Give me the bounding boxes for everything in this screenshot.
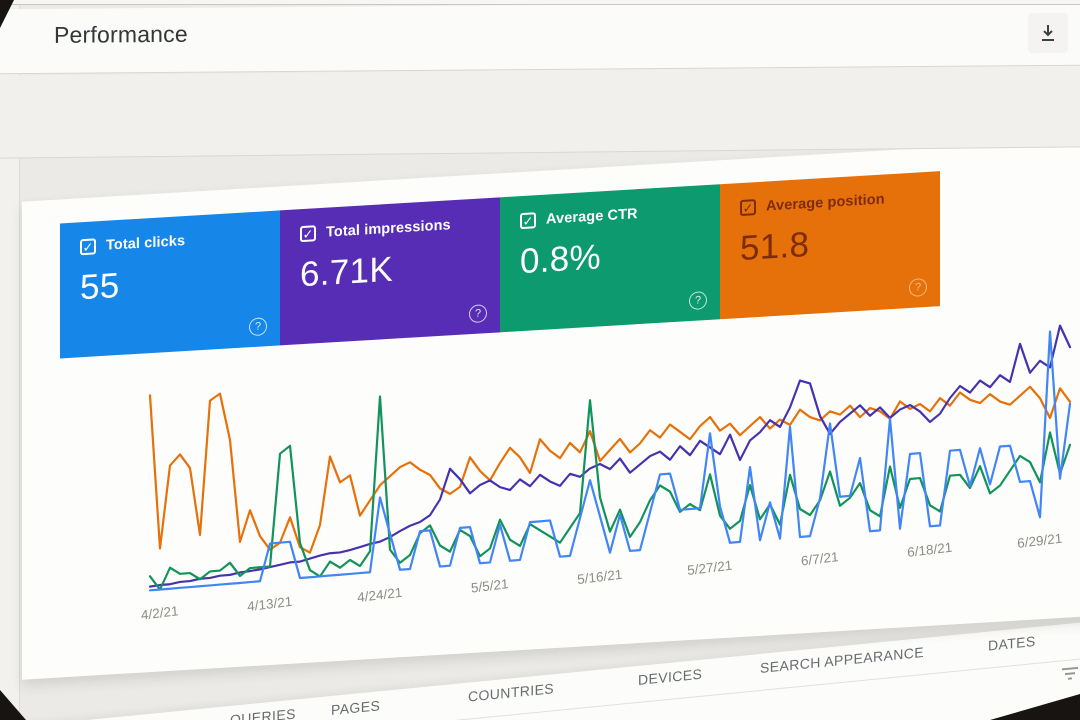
metric-card-value: 6.71K <box>300 249 393 295</box>
x-axis-tick-label: 4/13/21 <box>247 594 293 614</box>
metric-card-value: 51.8 <box>740 224 810 269</box>
filter-bar <box>0 64 1080 159</box>
help-icon[interactable]: ? <box>689 291 707 311</box>
metric-card-value: 0.8% <box>520 237 601 282</box>
performance-chart: 4/2/21 4/13/21 4/24/21 5/5/21 5/16/21 5/27/21… <box>141 324 1072 623</box>
performance-panel: ✓ Total clicks 55 ? ✓ Total impressions … <box>22 138 1080 680</box>
help-icon[interactable]: ? <box>469 304 487 324</box>
tab-pages[interactable]: PAGES <box>331 697 380 718</box>
x-axis-tick-label: 6/29/21 <box>1017 531 1063 551</box>
download-icon <box>1042 25 1054 42</box>
x-axis-tick-label: 4/24/21 <box>357 585 403 605</box>
tab-search-appearance[interactable]: SEARCH APPEARANCE <box>760 644 924 676</box>
tab-dates[interactable]: DATES <box>988 633 1036 654</box>
table-filter-icon[interactable] <box>1062 666 1078 684</box>
metric-card-label: Average position <box>766 191 885 215</box>
header: Performance <box>0 0 1080 75</box>
metric-card-average-ctr[interactable]: ✓ Average CTR 0.8% ? <box>500 184 720 333</box>
checkbox-checked-icon[interactable]: ✓ <box>300 225 316 243</box>
metric-card-total-clicks[interactable]: ✓ Total clicks 55 ? <box>60 210 280 359</box>
x-axis-tick-label: 6/18/21 <box>907 540 953 560</box>
metric-card-average-position[interactable]: ✓ Average position 51.8 ? <box>720 171 940 320</box>
page-title: Performance <box>54 20 188 48</box>
checkbox-checked-icon[interactable]: ✓ <box>80 238 96 256</box>
checkbox-checked-icon[interactable]: ✓ <box>520 212 536 230</box>
metric-card-label: Average CTR <box>546 206 638 228</box>
help-icon[interactable]: ? <box>249 317 267 337</box>
metric-card-total-impressions[interactable]: ✓ Total impressions 6.71K ? <box>280 197 500 346</box>
x-axis-tick-label: 6/7/21 <box>801 549 839 568</box>
screen-top-edge <box>0 0 1080 5</box>
checkbox-checked-icon[interactable]: ✓ <box>740 199 756 217</box>
tab-devices[interactable]: DEVICES <box>638 666 702 688</box>
x-axis-tick-label: 5/27/21 <box>687 558 733 578</box>
x-axis-tick-label: 5/5/21 <box>471 576 509 595</box>
x-axis-tick-label: 4/2/21 <box>141 603 179 622</box>
metric-card-label: Total clicks <box>106 233 186 254</box>
tab-countries[interactable]: COUNTRIES <box>468 680 554 704</box>
export-button[interactable] <box>1028 12 1068 54</box>
metric-card-value: 55 <box>80 265 120 308</box>
help-icon[interactable]: ? <box>909 277 927 298</box>
metric-card-label: Total impressions <box>326 217 451 241</box>
tab-queries[interactable]: QUERIES <box>230 706 296 720</box>
x-axis-tick-label: 5/16/21 <box>577 567 623 587</box>
